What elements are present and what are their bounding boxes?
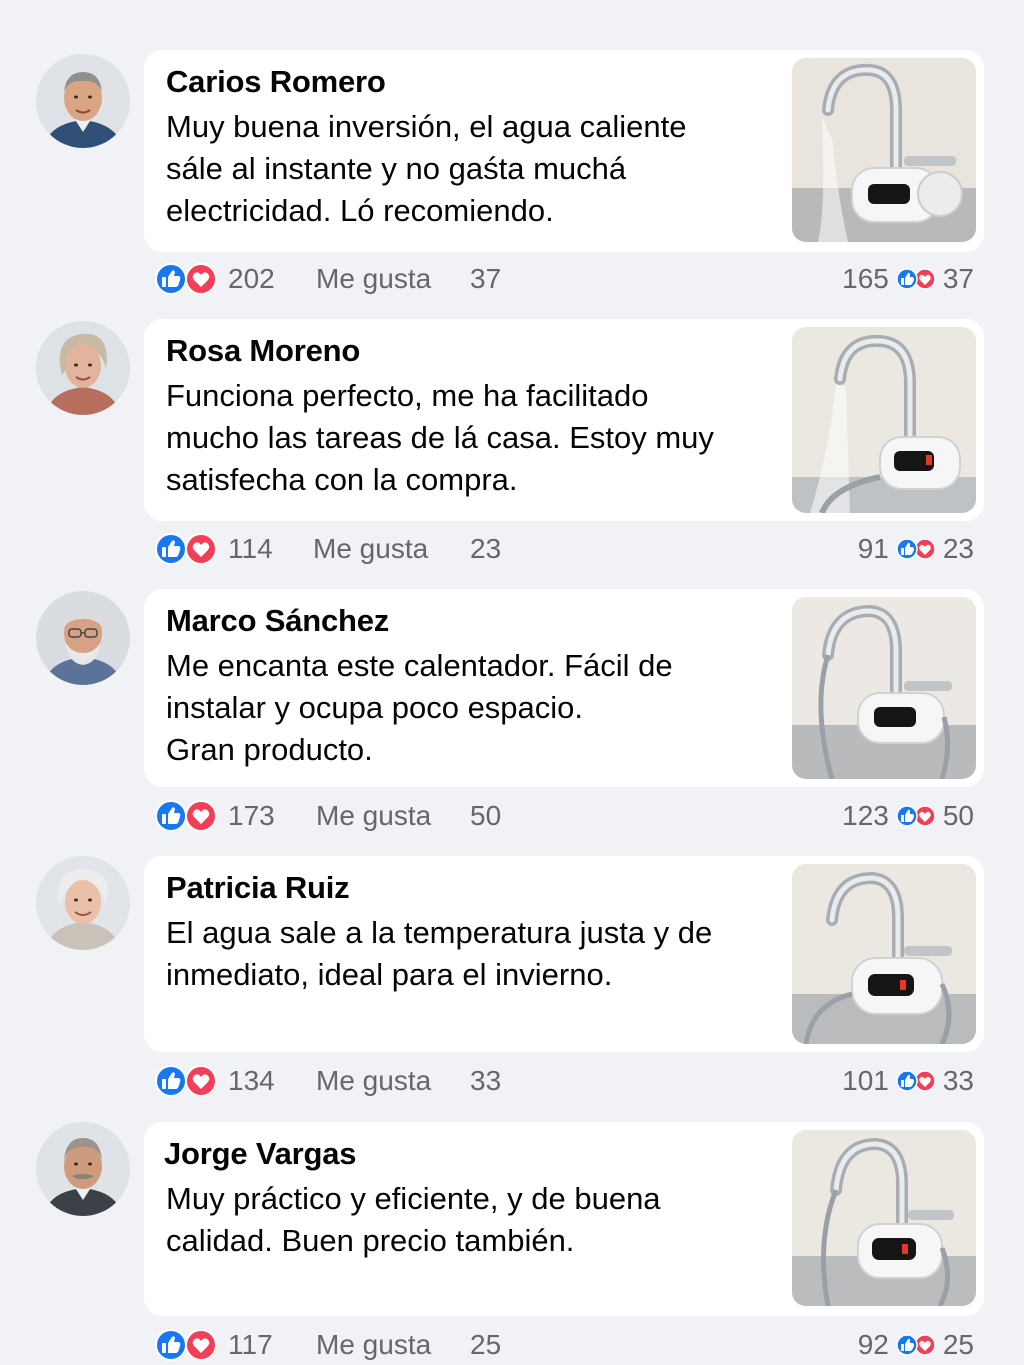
reaction-count[interactable]: 114 bbox=[228, 533, 273, 565]
comment-bubble: Rosa Moreno Funciona perfecto, me ha fac… bbox=[144, 319, 984, 521]
like-button[interactable]: Me gusta bbox=[316, 1065, 431, 1097]
summary-count-secondary: 33 bbox=[942, 1065, 974, 1096]
comment-author[interactable]: Patricia Ruiz bbox=[166, 870, 350, 906]
like-button[interactable]: Me gusta bbox=[316, 1329, 431, 1361]
summary-count: 91 bbox=[857, 533, 889, 564]
reaction-icons[interactable] bbox=[153, 1329, 219, 1361]
comment-author[interactable]: Rosa Moreno bbox=[166, 333, 360, 369]
avatar[interactable] bbox=[36, 591, 130, 685]
reaction-bar: 202 Me gusta 37 165 37 bbox=[0, 259, 1024, 299]
comment-text: Muy buena inversión, el agua caliente sá… bbox=[166, 109, 687, 228]
comment-author[interactable]: Jorge Vargas bbox=[164, 1136, 357, 1172]
reaction-count[interactable]: 202 bbox=[228, 263, 275, 295]
mini-reaction-icons bbox=[896, 268, 936, 290]
comment-text: Muy práctico y eficiente, y de buena cal… bbox=[166, 1181, 661, 1258]
like-count: 50 bbox=[470, 800, 502, 831]
avatar[interactable] bbox=[36, 321, 130, 415]
like-button[interactable]: Me gusta bbox=[316, 800, 431, 832]
summary-count: 165 bbox=[842, 263, 889, 294]
summary-count-secondary: 50 bbox=[942, 800, 974, 831]
like-button[interactable]: Me gusta bbox=[313, 533, 428, 565]
comment-bubble: Carios Romero Muy buena inversión, el ag… bbox=[144, 50, 984, 252]
like-count: 25 bbox=[470, 1329, 502, 1360]
like-count: 23 bbox=[470, 533, 502, 564]
reaction-count[interactable]: 117 bbox=[228, 1329, 273, 1361]
like-button[interactable]: Me gusta bbox=[316, 263, 431, 295]
summary-count: 92 bbox=[857, 1329, 889, 1360]
reaction-summary[interactable]: 92 25 bbox=[858, 1329, 974, 1361]
summary-count: 101 bbox=[842, 1065, 889, 1096]
avatar[interactable] bbox=[36, 856, 130, 950]
summary-count-secondary: 23 bbox=[942, 533, 974, 564]
comment-text: Me encanta este calentador. Fácil de ins… bbox=[166, 648, 673, 767]
reaction-icons[interactable] bbox=[153, 800, 219, 832]
mini-reaction-icons bbox=[896, 805, 936, 827]
comment-text: Funciona perfecto, me ha facilitado much… bbox=[166, 378, 714, 497]
comment-bubble: Marco Sánchez Me encanta este calentador… bbox=[144, 589, 984, 787]
avatar[interactable] bbox=[36, 54, 130, 148]
comment-bubble: Patricia Ruiz El agua sale a la temperat… bbox=[144, 856, 984, 1052]
product-photo[interactable] bbox=[792, 597, 976, 779]
comment-author[interactable]: Carios Romero bbox=[166, 64, 386, 100]
reaction-bar: 173 Me gusta 50 123 50 bbox=[0, 796, 1024, 836]
mini-reaction-icons bbox=[896, 1070, 936, 1092]
comment-text: El agua sale a la temperatura justa y de… bbox=[166, 915, 713, 992]
reaction-icons[interactable] bbox=[153, 263, 219, 295]
reaction-bar: 117 Me gusta 25 92 25 bbox=[0, 1325, 1024, 1365]
like-count: 37 bbox=[470, 263, 502, 294]
product-photo[interactable] bbox=[792, 1130, 976, 1306]
comment-author[interactable]: Marco Sánchez bbox=[166, 603, 389, 639]
summary-count-secondary: 25 bbox=[942, 1329, 974, 1360]
reaction-count[interactable]: 173 bbox=[228, 800, 275, 832]
reaction-summary[interactable]: 123 50 bbox=[842, 800, 974, 832]
reaction-summary[interactable]: 91 23 bbox=[858, 533, 974, 565]
like-count: 33 bbox=[470, 1065, 502, 1096]
reaction-icons[interactable] bbox=[153, 1065, 219, 1097]
reaction-bar: 134 Me gusta 33 101 33 bbox=[0, 1061, 1024, 1101]
summary-count-secondary: 37 bbox=[942, 263, 974, 294]
reaction-count[interactable]: 134 bbox=[228, 1065, 275, 1097]
reaction-summary[interactable]: 165 37 bbox=[842, 263, 974, 295]
comment-bubble: Jorge Vargas Muy práctico y eficiente, y… bbox=[144, 1122, 984, 1316]
mini-reaction-icons bbox=[896, 1334, 936, 1356]
product-photo[interactable] bbox=[792, 58, 976, 242]
mini-reaction-icons bbox=[896, 538, 936, 560]
reaction-bar: 114 Me gusta 23 91 23 bbox=[0, 529, 1024, 569]
reaction-summary[interactable]: 101 33 bbox=[842, 1065, 974, 1097]
reaction-icons[interactable] bbox=[153, 533, 219, 565]
summary-count: 123 bbox=[842, 800, 889, 831]
product-photo[interactable] bbox=[792, 864, 976, 1044]
avatar[interactable] bbox=[36, 1122, 130, 1216]
product-photo[interactable] bbox=[792, 327, 976, 513]
